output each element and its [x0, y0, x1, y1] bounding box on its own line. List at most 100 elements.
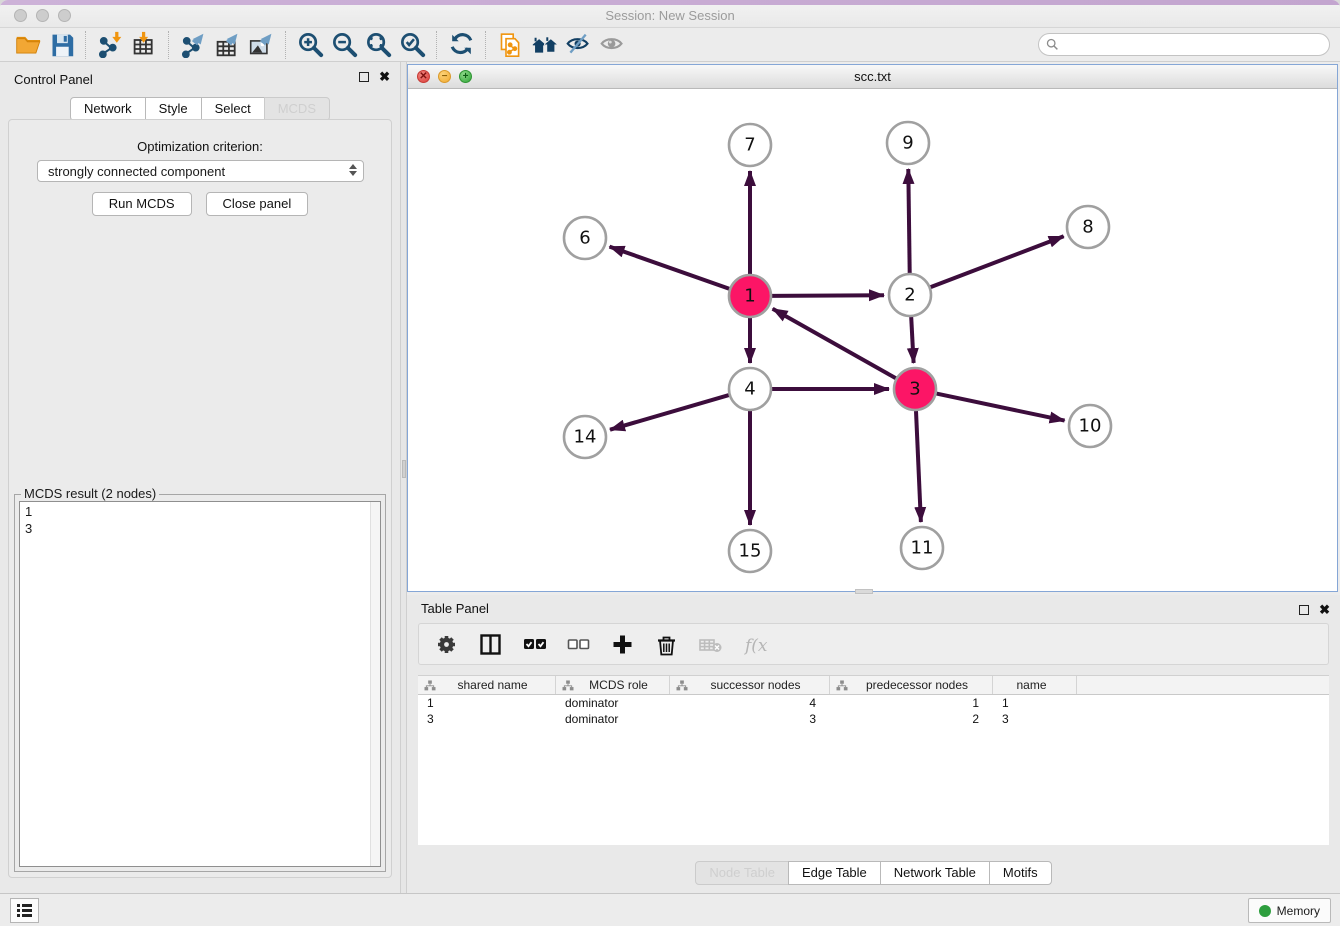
zoom-in-button[interactable] — [293, 30, 327, 60]
node-14[interactable]: 14 — [564, 416, 606, 458]
unselect-all-button[interactable] — [563, 629, 593, 659]
column-header-successor-nodes[interactable]: successor nodes — [670, 676, 830, 694]
node-15[interactable]: 15 — [729, 530, 771, 572]
add-row-button[interactable] — [607, 629, 637, 659]
table-header-row: shared name MCDS role successor nodes pr… — [418, 676, 1329, 695]
export-image-button[interactable] — [244, 30, 278, 60]
vertical-splitter[interactable] — [400, 62, 407, 893]
tab-node-table[interactable]: Node Table — [695, 861, 789, 885]
app-window: Session: New Session Control Panel ✖ Net… — [0, 0, 1340, 926]
memory-label: Memory — [1277, 904, 1320, 918]
settings-button[interactable] — [431, 629, 461, 659]
close-table-panel-icon[interactable]: ✖ — [1319, 605, 1330, 615]
edge-2-8[interactable] — [931, 236, 1064, 287]
column-header-predecessor-nodes[interactable]: predecessor nodes — [830, 676, 993, 694]
criterion-dropdown[interactable]: strongly connected component — [37, 160, 364, 182]
hide-selected-button[interactable] — [561, 30, 595, 60]
column-header-name[interactable]: name — [993, 676, 1077, 694]
edge-2-9[interactable] — [908, 169, 909, 273]
node-8[interactable]: 8 — [1067, 206, 1109, 248]
node-9[interactable]: 9 — [887, 122, 929, 164]
tab-mcds[interactable]: MCDS — [264, 97, 330, 121]
import-table-button[interactable] — [127, 30, 161, 60]
open-file-button[interactable] — [10, 30, 44, 60]
node-3[interactable]: 3 — [894, 368, 936, 410]
table-cell[interactable]: 3 — [418, 711, 556, 727]
table-cell[interactable]: 2 — [830, 711, 993, 727]
memory-status-icon — [1259, 905, 1271, 917]
table-cell[interactable]: 1 — [418, 695, 556, 711]
close-panel-button[interactable]: Close panel — [206, 192, 309, 216]
float-panel-icon[interactable] — [359, 72, 369, 82]
node-1[interactable]: 1 — [729, 275, 771, 317]
edge-1-6[interactable] — [610, 247, 730, 289]
export-table-button[interactable] — [210, 30, 244, 60]
tab-style[interactable]: Style — [145, 97, 202, 121]
tab-network[interactable]: Network — [70, 97, 146, 121]
tab-motifs[interactable]: Motifs — [989, 861, 1052, 885]
function-builder-button: f(x) — [739, 629, 769, 659]
memory-button[interactable]: Memory — [1248, 898, 1331, 923]
column-header-MCDS-role[interactable]: MCDS role — [556, 676, 670, 694]
run-mcds-button[interactable]: Run MCDS — [92, 192, 192, 216]
node-label: 3 — [909, 379, 920, 400]
show-all-button[interactable] — [595, 30, 629, 60]
column-header-shared-name[interactable]: shared name — [418, 676, 556, 694]
save-session-button[interactable] — [44, 30, 78, 60]
zoom-out-button[interactable] — [327, 30, 361, 60]
mcds-result-text[interactable]: 1 3 — [19, 501, 381, 867]
node-7[interactable]: 7 — [729, 124, 771, 166]
table-cell[interactable]: 1 — [993, 695, 1077, 711]
edge-2-3[interactable] — [911, 317, 913, 363]
close-panel-icon[interactable]: ✖ — [379, 72, 390, 82]
node-4[interactable]: 4 — [729, 368, 771, 410]
control-panel: Control Panel ✖ NetworkStyleSelectMCDS O… — [0, 62, 400, 893]
table-tabs: Node TableEdge TableNetwork TableMotifs — [407, 861, 1340, 885]
table-cell[interactable]: dominator — [556, 711, 670, 727]
zoom-in-icon — [297, 31, 324, 58]
zoom-selected-button[interactable] — [395, 30, 429, 60]
search-input[interactable] — [1059, 35, 1329, 54]
edge-4-14[interactable] — [610, 395, 729, 430]
select-all-button[interactable] — [519, 629, 549, 659]
node-11[interactable]: 11 — [901, 527, 943, 569]
tab-network-table[interactable]: Network Table — [880, 861, 990, 885]
first-neighbors-button[interactable] — [527, 30, 561, 60]
float-table-panel-icon[interactable] — [1299, 605, 1309, 615]
tab-edge-table[interactable]: Edge Table — [788, 861, 881, 885]
network-canvas[interactable]: 7 9 6 8 1 2 4 3 14 10 15 11 — [408, 89, 1337, 591]
table-cell[interactable]: 3 — [670, 711, 830, 727]
export-network-button[interactable] — [176, 30, 210, 60]
import-network-button[interactable] — [93, 30, 127, 60]
search-box[interactable] — [1038, 33, 1330, 56]
table-cell[interactable]: 3 — [993, 711, 1077, 727]
show-columns-button[interactable] — [475, 629, 505, 659]
mcds-result-scrollbar[interactable] — [370, 502, 380, 866]
delete-rows-button[interactable] — [651, 629, 681, 659]
tab-select[interactable]: Select — [201, 97, 265, 121]
network-window: ✕ − + scc.txt 7 9 6 8 1 2 4 3 14 10 15 1… — [407, 64, 1338, 592]
edge-3-1[interactable] — [773, 309, 896, 378]
network-window-titlebar[interactable]: ✕ − + scc.txt — [408, 65, 1337, 89]
task-history-button[interactable] — [10, 898, 39, 923]
horizontal-splitter-grip[interactable] — [855, 589, 873, 594]
hierarchy-icon — [676, 680, 688, 691]
edge-3-10[interactable] — [937, 394, 1065, 421]
apply-layout-button[interactable] — [444, 30, 478, 60]
vertical-splitter-grip[interactable] — [402, 460, 406, 478]
node-label: 6 — [579, 228, 590, 249]
edge-1-2[interactable] — [772, 295, 884, 296]
table-cell[interactable]: 1 — [830, 695, 993, 711]
clone-network-icon — [497, 31, 524, 58]
table-cell[interactable]: dominator — [556, 695, 670, 711]
node-2[interactable]: 2 — [889, 274, 931, 316]
zoom-fit-button[interactable] — [361, 30, 395, 60]
node-6[interactable]: 6 — [564, 217, 606, 259]
edge-3-11[interactable] — [916, 411, 921, 522]
table-cell[interactable]: 4 — [670, 695, 830, 711]
table-tabs-band: Node TableEdge TableNetwork TableMotifs — [407, 845, 1340, 893]
node-label: 7 — [744, 135, 755, 156]
clone-network-button[interactable] — [493, 30, 527, 60]
node-10[interactable]: 10 — [1069, 405, 1111, 447]
select-all-icon — [522, 632, 547, 657]
